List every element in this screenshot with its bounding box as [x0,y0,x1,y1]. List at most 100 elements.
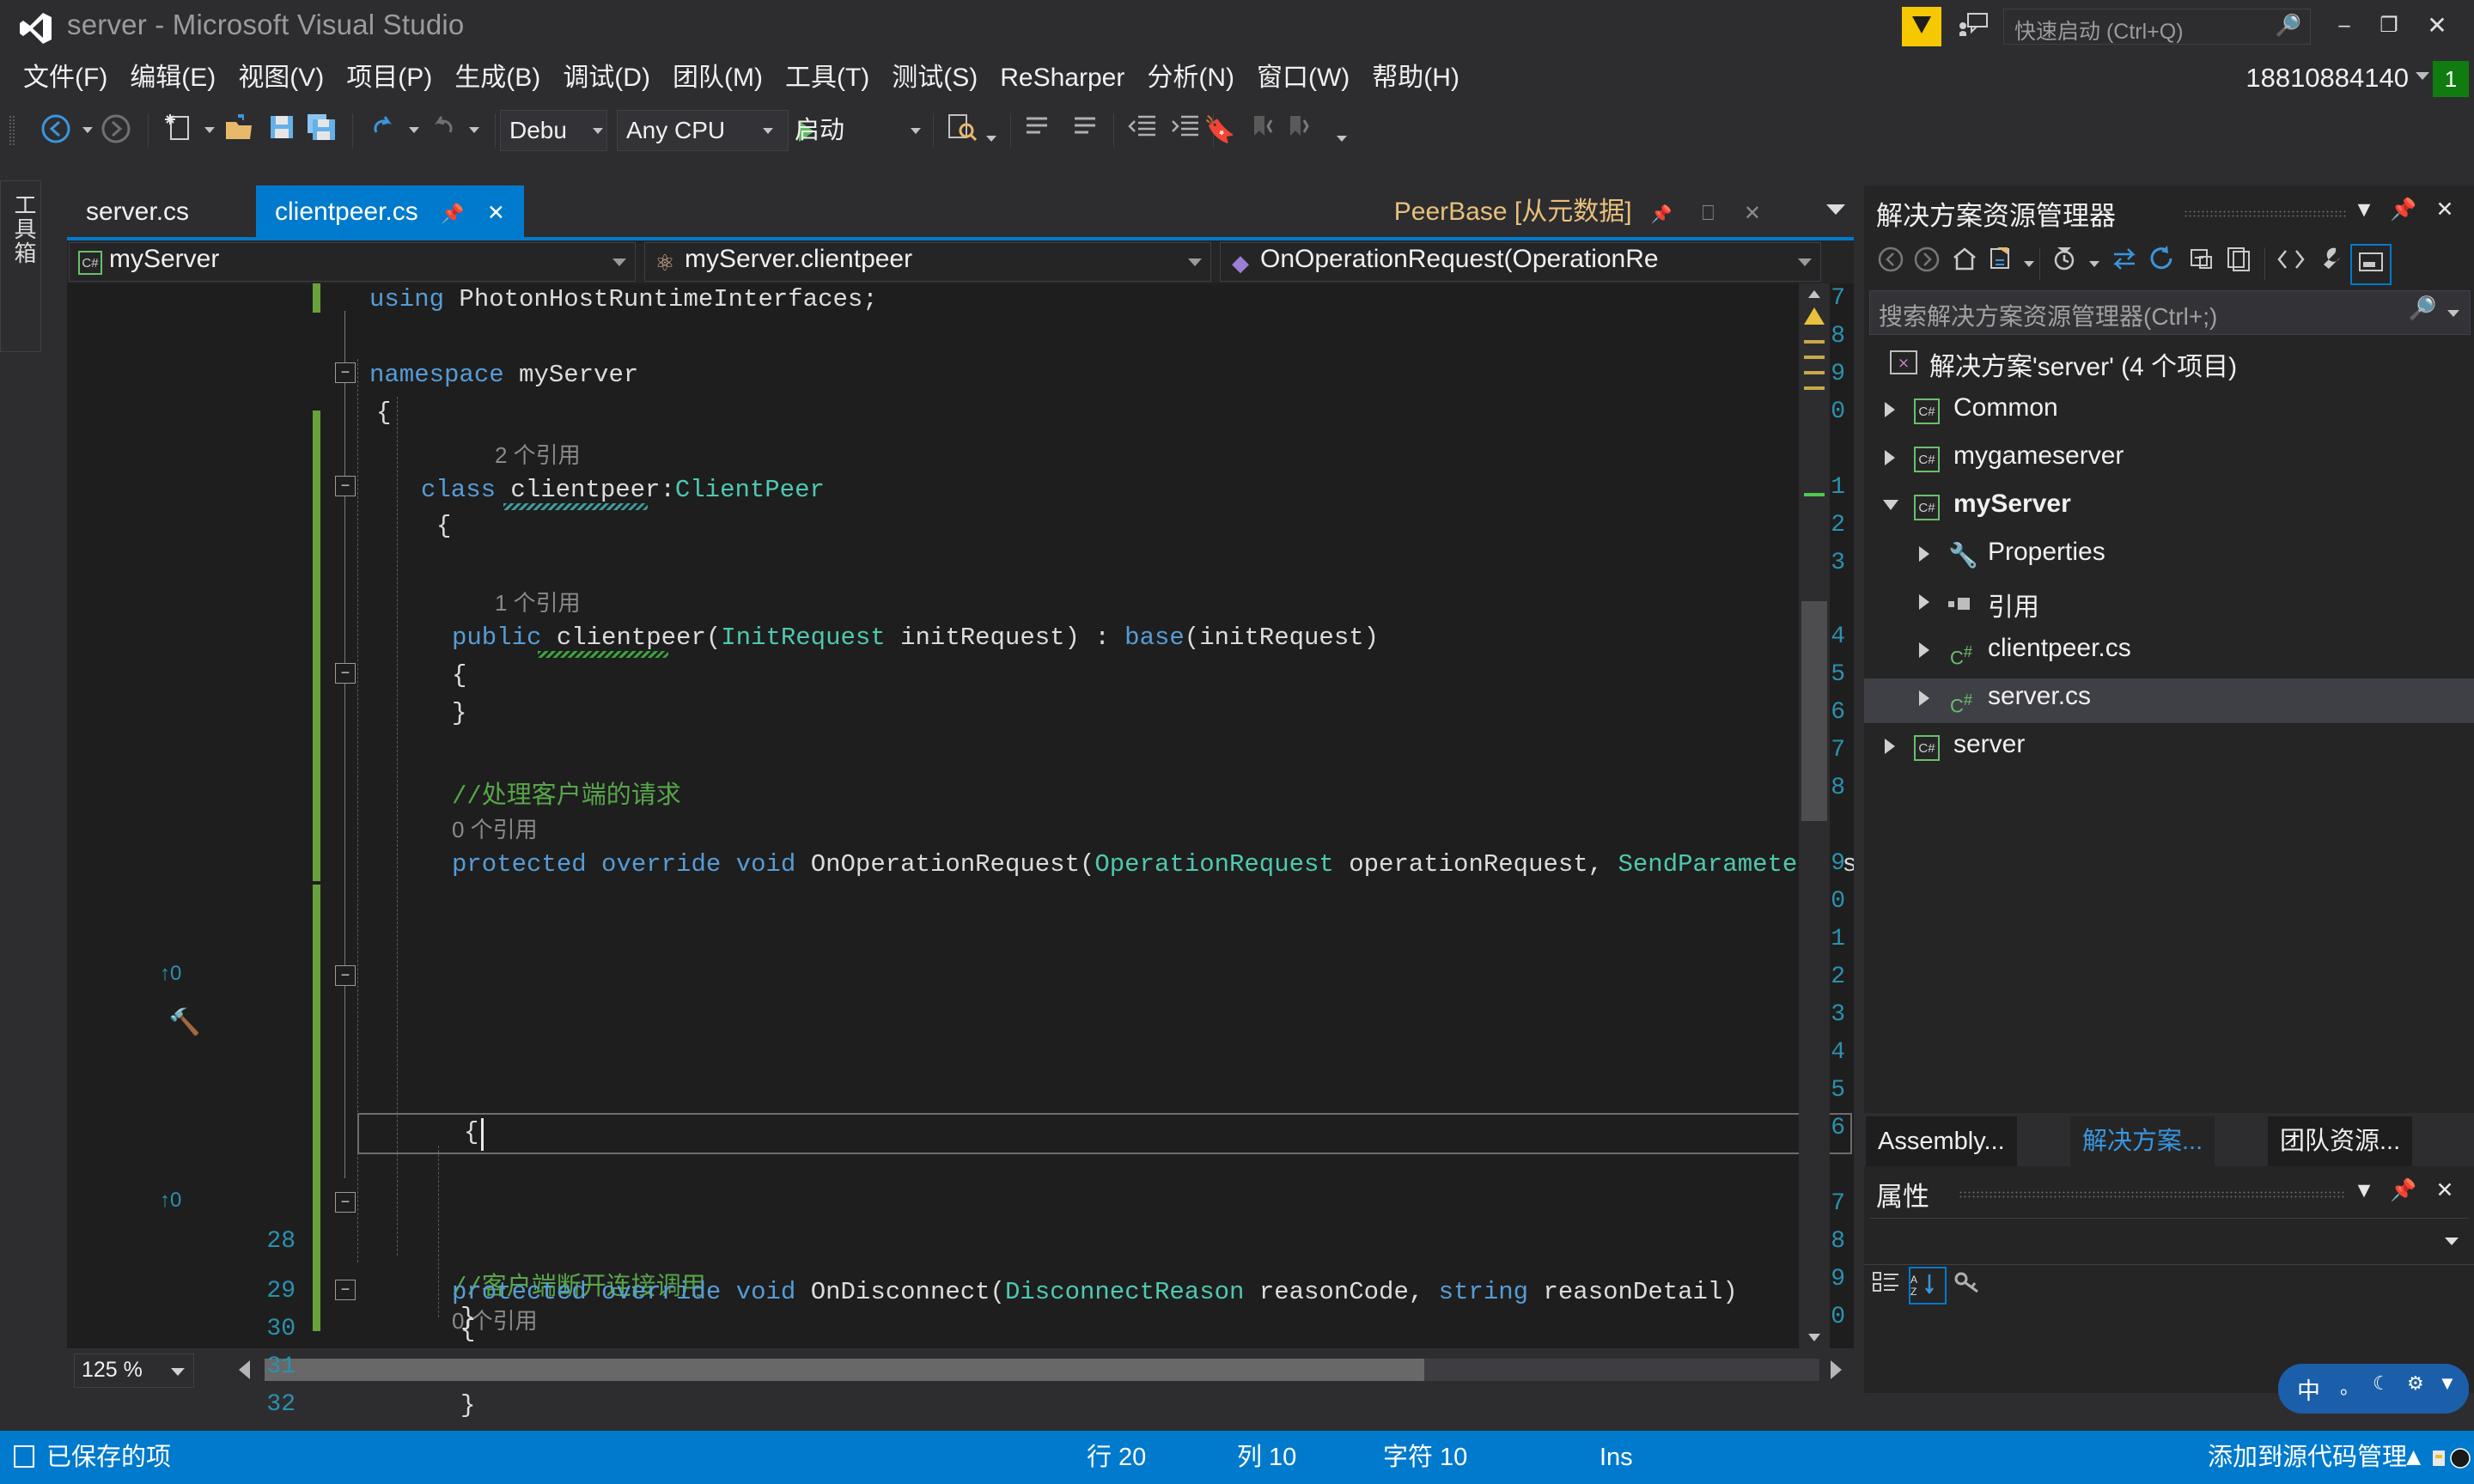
toolbar-grip[interactable] [9,115,15,146]
punctuation-icon[interactable]: 。 [2340,1372,2359,1400]
pin-icon[interactable]: 📌 [2386,192,2421,227]
chevron-right-icon[interactable] [1885,450,1895,465]
home-icon[interactable] [1947,246,1983,282]
close-icon[interactable]: ✕ [2428,1173,2462,1207]
tree-item-references[interactable]: 引用 [1864,582,2474,627]
member-dropdown[interactable]: ◆ OnOperationRequest(OperationRe [1220,242,1821,282]
document-tab-clientpeer-cs[interactable]: clientpeer.cs 📌 ✕ [256,186,524,239]
moon-icon[interactable]: ☾ [2373,1372,2390,1395]
chevron-right-icon[interactable] [1919,546,1929,562]
menu-item-analyze[interactable]: 分析(N) [1136,53,1246,103]
preview-selected-items-icon[interactable] [2350,244,2392,285]
feedback-flag-icon[interactable] [1902,7,1941,46]
chevron-down-icon[interactable] [2445,1238,2459,1245]
comment-selection-icon[interactable] [1021,113,1058,148]
scroll-down-icon[interactable] [1808,1334,1820,1341]
navigate-back-icon[interactable] [36,113,76,148]
chevron-down-icon[interactable] [409,127,419,133]
bookmark-icon[interactable]: 🔖 [1201,113,1239,148]
chevron-down-icon[interactable] [469,127,479,133]
close-icon[interactable]: ✕ [2428,192,2462,227]
chevron-down-icon[interactable] [1826,204,1845,215]
chevron-down-icon[interactable] [2024,261,2034,267]
quick-launch-input[interactable]: 快速启动 (Ctrl+Q) 🔍 [2003,9,2311,45]
chevron-down-icon[interactable] [204,127,215,133]
close-icon[interactable]: ✕ [487,201,505,225]
notification-icon[interactable] [2429,1431,2450,1484]
chevron-down-icon[interactable] [612,258,626,266]
chevron-down-icon[interactable] [1798,258,1812,266]
ime-mode[interactable]: 中 [2297,1372,2320,1406]
menu-item-project[interactable]: 项目(P) [335,53,443,103]
minimize-button[interactable]: – [2325,9,2364,43]
tree-item-myserver[interactable]: C# myServer [1864,486,2474,531]
chevron-right-icon[interactable] [1885,739,1895,754]
view-code-icon[interactable] [2273,246,2309,282]
close-icon[interactable]: ✕ [1744,202,1761,225]
toolbox-tab[interactable]: 工具箱 [0,180,41,352]
menu-item-tools[interactable]: 工具(T) [774,53,881,103]
categorized-view-icon[interactable] [1873,1270,1907,1305]
scroll-right-icon[interactable] [1831,1360,1842,1379]
tab-team-explorer[interactable]: 团队资源... [2268,1116,2413,1166]
scrollbar-map[interactable] [1799,283,1830,1348]
menu-item-test[interactable]: 测试(S) [881,53,989,103]
notification-badge[interactable]: 1 [2433,61,2469,97]
chevron-down-icon[interactable] [1883,500,1898,510]
horizontal-scrollbar-row[interactable]: 125 % [67,1348,1854,1393]
decrease-indent-icon[interactable] [1124,113,1161,148]
show-all-files-icon[interactable] [2221,246,2258,282]
forward-icon[interactable] [1909,246,1945,282]
properties-wrench-icon[interactable] [2313,246,2349,282]
chevron-down-icon[interactable]: ▼ [2347,1173,2381,1207]
scroll-up-icon[interactable] [1808,290,1820,298]
menu-item-edit[interactable]: 编辑(E) [119,53,227,103]
ime-menu-icon[interactable]: ▼ [2438,1372,2457,1395]
chevron-down-icon[interactable] [763,128,773,134]
tab-solution-explorer[interactable]: 解决方案... [2070,1116,2215,1166]
menu-item-help[interactable]: 帮助(H) [1361,53,1471,103]
tree-item-common[interactable]: C# Common [1864,390,2474,435]
restore-icon[interactable]: ⎕ [1702,202,1714,225]
chevron-down-icon[interactable] [1188,258,1202,266]
menu-item-debug[interactable]: 调试(D) [551,53,661,103]
status-circle-icon[interactable] [2450,1431,2472,1484]
tree-item-solution[interactable]: ⨯ 解决方案'server' (4 个项目) [1864,342,2474,386]
save-all-icon[interactable] [302,113,340,148]
chevron-down-icon[interactable] [82,127,93,133]
ime-language-bar[interactable]: 中 。 ☾ ⚙ ▼ [2278,1364,2469,1414]
chevron-down-icon[interactable] [911,128,921,134]
tree-item-mygameserver[interactable]: C# mygameserver [1864,438,2474,483]
tab-assembly-explorer[interactable]: Assembly... [1866,1116,2017,1166]
scrollbar-thumb[interactable] [1801,601,1827,821]
send-feedback-icon[interactable] [1959,12,1989,38]
menu-item-file[interactable]: 文件(F) [12,53,119,103]
tree-item-clientpeer-cs[interactable]: C# clientpeer.cs [1864,630,2474,675]
namespace-dropdown[interactable]: C# myServer [69,242,636,282]
start-debug-button[interactable]: 启动 [795,110,844,151]
chevron-down-icon[interactable]: ▼ [2347,192,2381,227]
chevron-down-icon[interactable] [593,128,603,134]
tree-item-server-cs[interactable]: C# server.cs [1864,678,2474,723]
menu-item-team[interactable]: 团队(M) [661,53,774,103]
undo-icon[interactable] [364,113,402,148]
sync-with-active-document-icon[interactable] [1984,246,2020,282]
fold-toggle[interactable]: − [335,1280,356,1300]
menu-item-view[interactable]: 视图(V) [227,53,335,103]
alphabetical-sort-icon[interactable]: AZ [1909,1267,1947,1305]
account-name[interactable]: 18810884140 [2245,53,2409,103]
open-file-icon[interactable] [220,113,258,148]
navigate-forward-icon[interactable] [96,113,136,148]
status-source-control-caret[interactable]: ▲ [2401,1431,2426,1484]
chevron-right-icon[interactable] [1919,594,1929,610]
class-dropdown[interactable]: ⚛ myServer.clientpeer [644,242,1211,282]
close-button[interactable]: ✕ [2417,9,2457,43]
chevron-right-icon[interactable] [1919,690,1929,706]
find-in-files-icon[interactable] [943,113,981,148]
document-tab-server-cs[interactable]: server.cs [67,186,209,239]
save-icon[interactable] [263,113,301,148]
redo-icon[interactable] [424,113,462,148]
properties-key-icon[interactable] [1953,1270,1991,1305]
horizontal-scroll-track[interactable] [265,1359,1819,1381]
previous-bookmark-icon[interactable] [1244,113,1282,148]
